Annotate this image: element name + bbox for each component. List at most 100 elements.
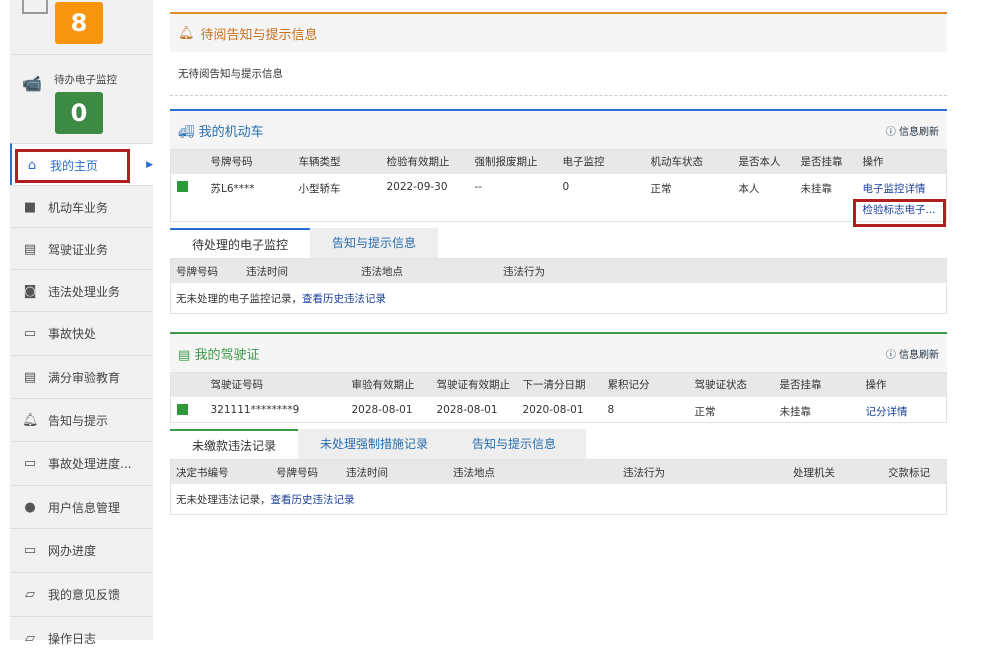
col-header: 操作 [862,149,947,174]
sidebar-item-label: 违法处理业务 [48,284,121,299]
sidebar-item-log[interactable]: ▱ 操作日志 [10,616,153,659]
sidebar-item-label: 网办进度 [48,543,97,558]
vehicle-refresh-button[interactable]: ⓘ 信息刷新 [886,123,939,138]
col-header: 违法时间 [341,460,448,484]
cell: 正常 [650,182,672,195]
log-icon: ▱ [25,630,35,646]
col-header: 驾驶证有效期止 [436,372,523,397]
feedback-icon: ▱ [25,586,35,602]
sidebar-item-label: 满分审验教育 [48,370,121,385]
vehicle-panel: 🚚︎ 我的机动车 ⓘ 信息刷新 号牌号码 车辆类型 检验有效期止 强制报废期止 电子监控机… [170,109,947,314]
monitor-detail-link[interactable]: 电子监控详情 [863,183,926,195]
tab-vehicle-notice[interactable]: 告知与提示信息 [310,228,439,258]
car-icon: ▭ [23,325,37,341]
col-header: 累积记分 [607,372,695,397]
sidebar-item-label: 驾驶证业务 [48,242,109,257]
card-icon: ▤ [23,369,37,385]
cell: 8 [607,403,615,416]
cell: 321111********9 [210,403,300,416]
col-header: 违法时间 [241,259,356,283]
card-icon: ▤ [178,347,191,363]
sidebar-item-vehicle[interactable]: ■ 机动车业务 [10,185,153,228]
col-header: 违法行为 [618,460,788,484]
car-icon: ▭ [23,455,37,471]
sidebar-item-accident-progress[interactable]: ▭ 事故处理进度... [10,441,153,484]
col-header: 号牌号码 [210,149,299,174]
col-header: 处理机关 [788,460,883,484]
license-title: 我的驾驶证 [194,347,260,363]
license-panel: ▤ 我的驾驶证 ⓘ 信息刷新 驾驶证号码 审验有效期止 驾驶证有效期止 下一清分日期 累积… [170,332,947,515]
col-header: 号牌号码 [171,259,241,283]
sidebar-item-notice[interactable]: 🔔︎ 告知与提示 [10,398,153,441]
tab-pending-monitor[interactable]: 待处理的电子监控 [170,228,311,258]
sidebar-item-label: 用户信息管理 [48,500,121,515]
user-icon: ● [24,499,36,515]
col-header: 电子监控 [562,149,651,174]
status-square [177,180,188,192]
tab-unpaid-violations[interactable]: 未缴款违法记录 [170,429,299,459]
sidebar-item-label: 操作日志 [48,631,97,646]
notice-panel: 🔔︎ 待阅告知与提示信息 无待阅告知与提示信息 [170,12,947,96]
card-icon: ▤ [23,241,37,257]
col-header: 驾驶证状态 [694,372,780,397]
col-header: 审验有效期止 [351,372,437,397]
truck-icon: 🚚︎ [178,124,195,140]
cell: 本人 [738,182,760,195]
license-refresh-button[interactable]: ⓘ 信息刷新 [886,346,939,361]
history-link[interactable]: 查看历史违法记录 [302,293,386,305]
tab-enforcement-records[interactable]: 未处理强制措施记录 [298,429,451,459]
col-header: 操作 [865,372,947,397]
col-header: 决定书编号 [171,460,271,484]
notice-empty: 无待阅告知与提示信息 [170,52,947,96]
notice-title: 待阅告知与提示信息 [200,27,318,43]
col-header: 违法行为 [498,259,946,283]
cell: 未挂靠 [779,405,812,418]
table-row: 苏L6**** 小型轿车 2022-09-30 -- 0 正常 本人 未挂靠 电子监控详情 检验标… [171,174,947,222]
sidebar: 8 📹 待办电子监控 0 ⌂ 我的主页 ▶ ■ 机动车业务 ▤ 驾驶证业务 ◙ 违法处理业… [10,0,153,646]
pending-count-badge[interactable]: 8 [55,2,103,44]
bell-icon: 🔔︎ [22,412,39,428]
cell: 2020-08-01 [522,403,584,416]
cell: -- [474,180,483,193]
sidebar-item-label: 事故快处 [48,326,97,341]
license-table: 驾驶证号码 审验有效期止 驾驶证有效期止 下一清分日期 累积记分 驾驶证状态 是否挂靠 操作 … [170,372,947,423]
cell: 2022-09-30 [386,180,448,193]
refresh-label: 信息刷新 [899,126,939,138]
monitor-count-badge[interactable]: 0 [55,92,103,134]
col-header: 检验有效期止 [386,149,475,174]
car-icon: ▭ [23,542,37,558]
arrow-right-icon: ▶ [146,160,153,170]
sidebar-item-label: 事故处理进度... [48,456,132,471]
sidebar-item-accident-quick[interactable]: ▭ 事故快处 [10,311,153,354]
cell: 2028-08-01 [351,403,413,416]
sidebar-item-progress[interactable]: ▭ 网办进度 [10,528,153,571]
history-link[interactable]: 查看历史违法记录 [271,494,355,506]
vehicle-table: 号牌号码 车辆类型 检验有效期止 强制报废期止 电子监控 机动车状态 是否本人 是否挂靠 操作 … [170,149,947,222]
sidebar-item-education[interactable]: ▤ 满分审验教育 [10,355,153,398]
sidebar-item-user-info[interactable]: ● 用户信息管理 [10,485,153,528]
sidebar-item-license[interactable]: ▤ 驾驶证业务 [10,227,153,270]
bell-icon: 🔔︎ [178,25,195,41]
monitor-label: 待办电子监控 [54,74,117,86]
sidebar-item-label: 我的意见反馈 [48,587,121,602]
points-detail-link[interactable]: 记分详情 [866,406,908,418]
sidebar-item-feedback[interactable]: ▱ 我的意见反馈 [10,572,153,615]
sidebar-item-violation[interactable]: ◙ 违法处理业务 [10,269,153,312]
col-header: 是否本人 [738,149,801,174]
col-header: 号牌号码 [271,460,341,484]
col-header: 违法地点 [448,460,618,484]
col-header: 机动车状态 [650,149,739,174]
col-header: 违法地点 [356,259,498,283]
cell: 小型轿车 [298,182,341,195]
cell: 0 [562,180,570,193]
pending-icon [22,0,48,14]
col-header: 强制报废期止 [474,149,563,174]
col-header: 下一清分日期 [522,372,608,397]
col-header: 驾驶证号码 [210,372,352,397]
cell: 苏L6**** [210,182,255,195]
refresh-label: 信息刷新 [899,349,939,361]
tab-license-notice[interactable]: 告知与提示信息 [450,429,587,459]
status-square [177,403,188,415]
sidebar-item-label: 机动车业务 [48,200,109,215]
highlight-box [853,199,946,227]
